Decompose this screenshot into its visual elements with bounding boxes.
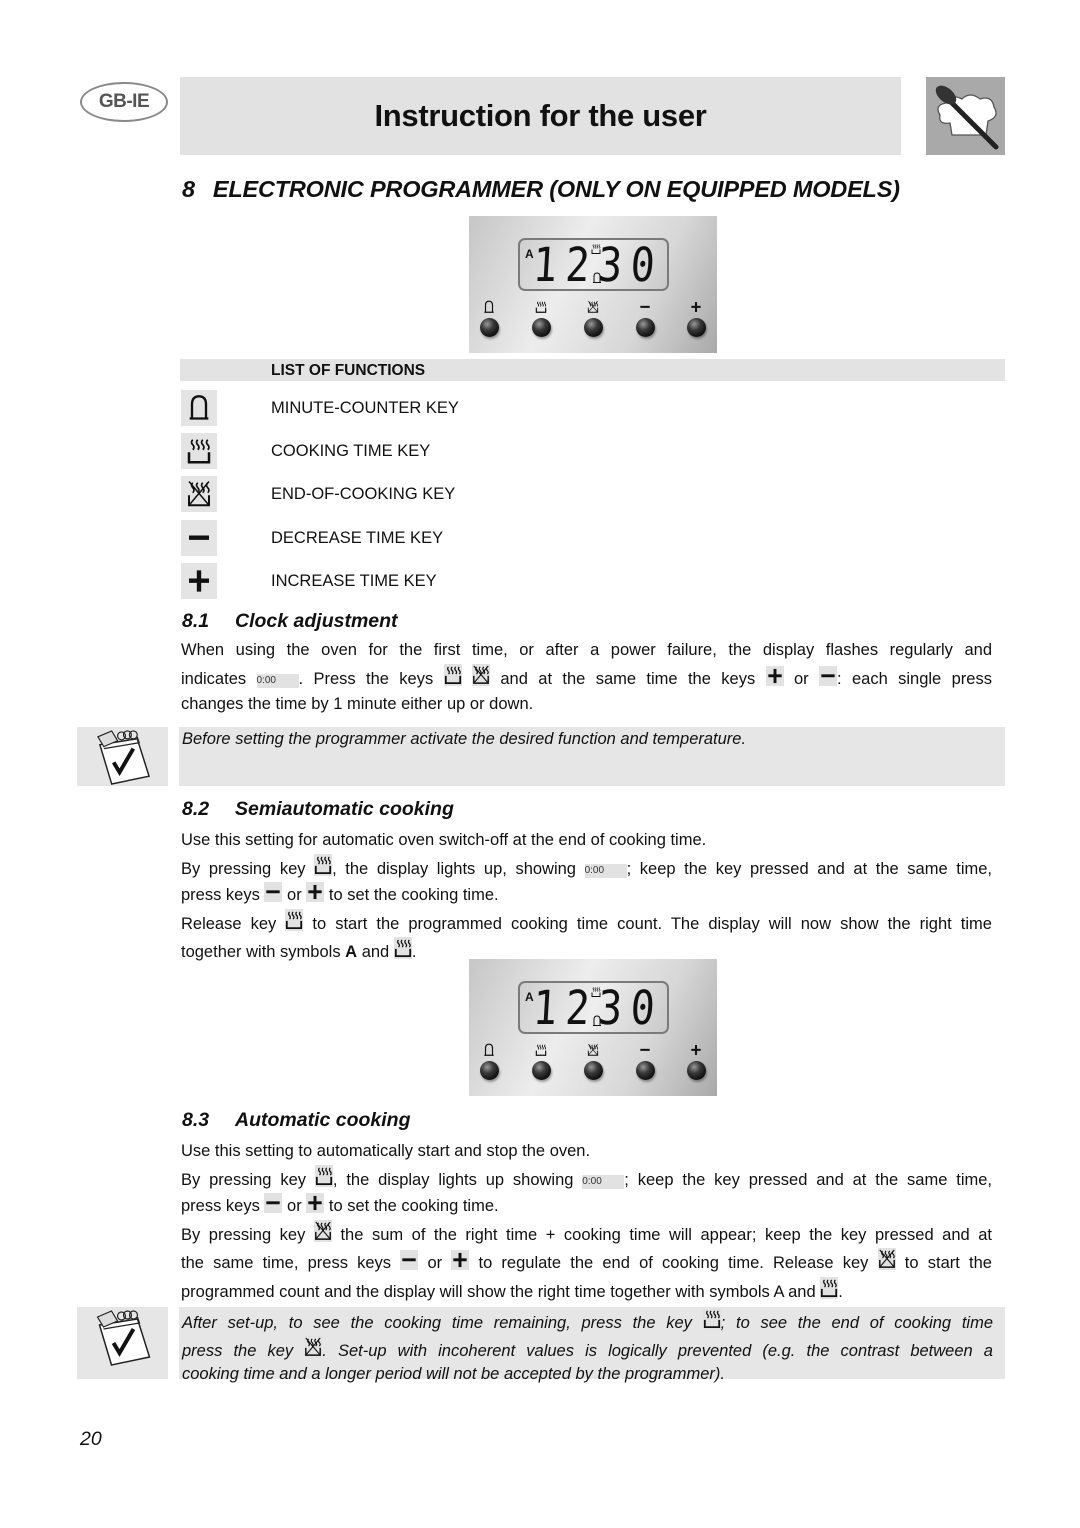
function-item: COOKING TIME KEY: [180, 433, 780, 469]
cooking-pot-icon: [314, 1164, 333, 1187]
notepad-check-icon: [77, 1307, 168, 1379]
minus-icon: [181, 520, 217, 556]
plus-icon: [306, 1193, 325, 1213]
increase-key[interactable]: [684, 298, 708, 337]
note-box: Before setting the programmer activate t…: [179, 727, 1005, 786]
lcd-display: A 1230: [518, 238, 669, 293]
function-item: DECREASE TIME KEY: [180, 520, 780, 556]
decrease-key[interactable]: [633, 298, 657, 337]
bell-icon: [483, 1043, 495, 1057]
cooking-time-key[interactable]: [529, 1041, 553, 1080]
cooking-pot-icon: [181, 433, 217, 469]
end-cooking-icon: [181, 476, 217, 512]
page-number: 20: [80, 1428, 102, 1450]
bell-icon: [592, 1015, 602, 1027]
minus-icon: [400, 1250, 419, 1270]
end-of-cooking-key[interactable]: [581, 298, 605, 337]
plus-icon: [689, 300, 703, 314]
function-item: INCREASE TIME KEY: [180, 563, 780, 599]
plus-icon: [451, 1250, 470, 1270]
end-cooking-icon: [587, 300, 599, 314]
minute-counter-key[interactable]: [477, 1041, 501, 1080]
knob-button[interactable]: [479, 1061, 499, 1080]
subsection-title-automatic: 8.3 Automatic cooking: [182, 1109, 411, 1131]
minus-icon: [638, 300, 652, 314]
end-cooking-icon: [587, 1043, 599, 1057]
cooking-pot-icon: [535, 1043, 547, 1057]
programmer-panel: A 1230: [469, 216, 717, 353]
end-of-cooking-key[interactable]: [581, 1041, 605, 1080]
notepad-check-icon: [77, 727, 168, 786]
plus-icon: [306, 882, 325, 902]
plus-icon: [689, 1043, 703, 1057]
cooking-pot-icon: [590, 986, 602, 998]
increase-key[interactable]: [684, 1041, 708, 1080]
functions-list-header: LIST OF FUNCTIONS: [180, 359, 1005, 381]
knob-button[interactable]: [531, 1061, 551, 1080]
programmer-panel: A 1230: [469, 959, 717, 1096]
clock-paragraph: When using the oven for the first time, …: [181, 641, 992, 713]
automatic-paragraph: Use this setting to automatically start …: [181, 1142, 993, 1301]
section-title: 8 ELECTRONIC PROGRAMMER (ONLY ON EQUIPPED…: [182, 176, 900, 202]
knob-button[interactable]: [635, 318, 655, 337]
bell-icon: [592, 272, 602, 284]
minus-icon: [264, 1193, 283, 1213]
display-indicator: 0:00: [256, 673, 299, 688]
subsection-title-semiautomatic: 8.2 Semiautomatic cooking: [182, 798, 454, 820]
knob-button[interactable]: [583, 1061, 603, 1080]
cooking-pot-icon: [393, 937, 412, 959]
minus-icon: [638, 1043, 652, 1057]
end-cooking-icon: [472, 663, 490, 686]
minute-counter-key[interactable]: [477, 298, 501, 337]
cooking-pot-icon: [314, 853, 333, 876]
note-box: After set-up, to see the cooking time re…: [179, 1307, 1005, 1383]
cooking-pot-icon: [443, 663, 462, 686]
plus-icon: [181, 563, 217, 599]
page-title: Instruction for the user: [374, 98, 707, 133]
function-item: END-OF-COOKING KEY: [180, 476, 780, 512]
bell-icon: [181, 390, 217, 426]
bell-icon: [483, 300, 495, 314]
minus-icon: [819, 665, 838, 686]
display-indicator: 0:00: [582, 1174, 625, 1189]
cooking-pot-icon: [702, 1308, 721, 1330]
minus-icon: [264, 882, 283, 902]
chef-hat-spoon-icon: [926, 77, 1005, 155]
end-cooking-icon: [877, 1248, 896, 1270]
semiautomatic-paragraph: Use this setting for automatic oven swit…: [181, 831, 992, 961]
lcd-display: A 1230: [518, 981, 669, 1036]
knob-button[interactable]: [635, 1061, 655, 1080]
subsection-title-clock: 8.1 Clock adjustment: [182, 610, 398, 632]
knob-button[interactable]: [686, 318, 706, 337]
end-cooking-icon: [304, 1335, 323, 1358]
function-item: MINUTE-COUNTER KEY: [180, 390, 780, 426]
cooking-pot-icon: [535, 300, 547, 314]
knob-button[interactable]: [479, 318, 499, 337]
cooking-pot-icon: [285, 908, 304, 931]
plus-icon: [765, 665, 784, 686]
knob-button[interactable]: [583, 318, 603, 337]
display-indicator: 0:00: [584, 863, 627, 878]
cooking-pot-icon: [820, 1276, 839, 1299]
end-cooking-icon: [313, 1219, 332, 1242]
language-badge: GB-IE: [80, 82, 168, 122]
cooking-time-key[interactable]: [529, 298, 553, 337]
knob-button[interactable]: [531, 318, 551, 337]
decrease-key[interactable]: [633, 1041, 657, 1080]
page-header: Instruction for the user: [180, 77, 901, 155]
cooking-pot-icon: [590, 243, 602, 255]
knob-button[interactable]: [686, 1061, 706, 1080]
